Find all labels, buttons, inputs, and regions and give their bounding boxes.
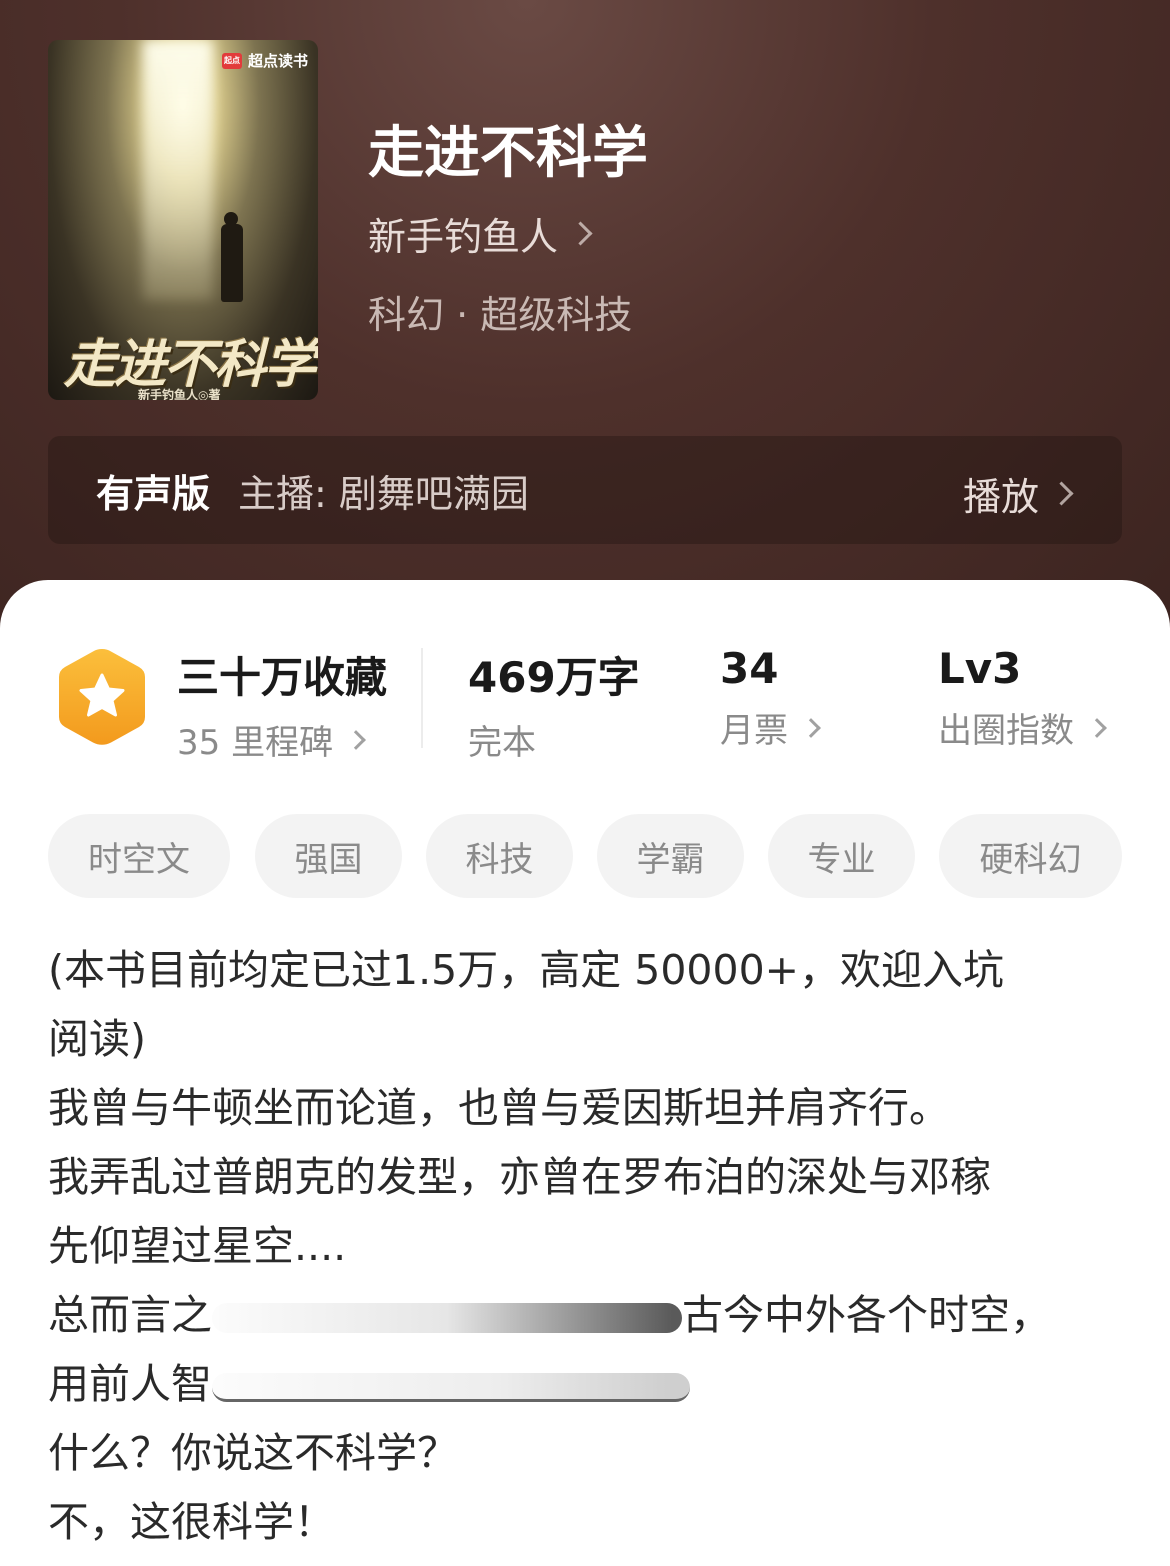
audiobook-bar[interactable]: 有声版 主播: 剧舞吧满园 播放 bbox=[48, 436, 1122, 544]
description-line: (本书目前均定已过1.5万，高定 50000+，欢迎入坑 bbox=[48, 946, 1005, 994]
stat-words: 469万字 完本 bbox=[468, 644, 640, 764]
author-link[interactable]: 新手钓鱼人 bbox=[368, 206, 593, 261]
cover-light-beam bbox=[143, 40, 213, 300]
description-line: 用前人智 bbox=[48, 1350, 1128, 1419]
author-name: 新手钓鱼人 bbox=[368, 215, 559, 259]
description-line: 我弄乱过普朗克的发型，亦曾在罗布泊的深处与邓稼 bbox=[48, 1153, 991, 1201]
chevron-right-icon bbox=[346, 729, 366, 750]
description-line: 什么？你说这不科学？ bbox=[48, 1429, 458, 1477]
description-line: 阅读) bbox=[48, 1015, 146, 1063]
description-line: 总而言之 古今中外各个时空， bbox=[48, 1281, 1128, 1350]
stat-level-value: Lv3 bbox=[938, 644, 1022, 693]
tag-item[interactable]: 强国 bbox=[255, 814, 402, 898]
chevron-right-icon bbox=[801, 717, 821, 738]
stat-collect[interactable]: 三十万收藏 35 里程碑 bbox=[177, 644, 387, 764]
description-line: 不，这很科学！ bbox=[48, 1498, 335, 1546]
book-title: 走进不科学 bbox=[368, 121, 648, 186]
tag-item[interactable]: 硬科幻 bbox=[939, 814, 1122, 898]
book-genre[interactable]: 科幻 · 超级科技 bbox=[368, 284, 632, 339]
description-text: 古今中外各个时空， bbox=[682, 1291, 1051, 1339]
book-description[interactable]: (本书目前均定已过1.5万，高定 50000+，欢迎入坑 阅读) 我曾与牛顿坐而… bbox=[48, 936, 1128, 1557]
stat-tickets-value: 34 bbox=[720, 644, 779, 693]
brand-logo-icon: 起点 bbox=[221, 52, 242, 69]
cover-brand-text: 超点读书 bbox=[247, 52, 308, 70]
description-text: 用前人智 bbox=[48, 1360, 212, 1408]
chevron-right-icon bbox=[1087, 717, 1107, 738]
redaction-blur bbox=[212, 1372, 690, 1402]
stat-collect-value: 三十万收藏 bbox=[177, 653, 388, 702]
stat-collect-label: 35 里程碑 bbox=[177, 723, 334, 763]
redaction-blur bbox=[212, 1303, 682, 1333]
description-line: 先仰望过星空.... bbox=[48, 1222, 347, 1270]
description-line: 我曾与牛顿坐而论道，也曾与爱因斯坦并肩齐行。 bbox=[48, 1084, 950, 1132]
book-header: 起点 超点读书 走进不科学 新手钓鱼人◎著 走进不科学 新手钓鱼人 科幻 · 超… bbox=[0, 0, 1170, 640]
book-cover[interactable]: 起点 超点读书 走进不科学 新手钓鱼人◎著 bbox=[48, 40, 318, 400]
tag-list: 时空文 强国 科技 学霸 专业 硬科幻 bbox=[0, 814, 1170, 898]
play-button[interactable]: 播放 bbox=[962, 466, 1074, 521]
cover-brand: 起点 超点读书 bbox=[221, 50, 308, 71]
stat-divider bbox=[421, 648, 423, 748]
tag-item[interactable]: 专业 bbox=[768, 814, 915, 898]
chevron-right-icon bbox=[568, 221, 593, 246]
cover-author: 新手钓鱼人◎著 bbox=[138, 388, 221, 400]
star-badge-icon bbox=[59, 649, 145, 745]
stat-words-label: 完本 bbox=[468, 723, 536, 763]
tag-item[interactable]: 科技 bbox=[426, 814, 573, 898]
stat-tickets-label: 月票 bbox=[720, 711, 788, 751]
cover-figure-body bbox=[221, 224, 243, 302]
stat-level-label: 出圈指数 bbox=[938, 711, 1074, 751]
audiobook-label: 有声版 bbox=[96, 471, 211, 516]
tag-item[interactable]: 时空文 bbox=[48, 814, 230, 898]
stat-words-value: 469万字 bbox=[468, 653, 640, 702]
chevron-right-icon bbox=[1049, 481, 1074, 506]
audiobook-host: 主播: 剧舞吧满园 bbox=[238, 471, 529, 516]
play-label: 播放 bbox=[962, 475, 1039, 519]
tag-item[interactable]: 学霸 bbox=[597, 814, 744, 898]
stat-tickets[interactable]: 34 月票 bbox=[720, 644, 821, 752]
stat-level[interactable]: Lv3 出圈指数 bbox=[938, 644, 1107, 752]
description-text: 总而言之 bbox=[48, 1291, 212, 1339]
